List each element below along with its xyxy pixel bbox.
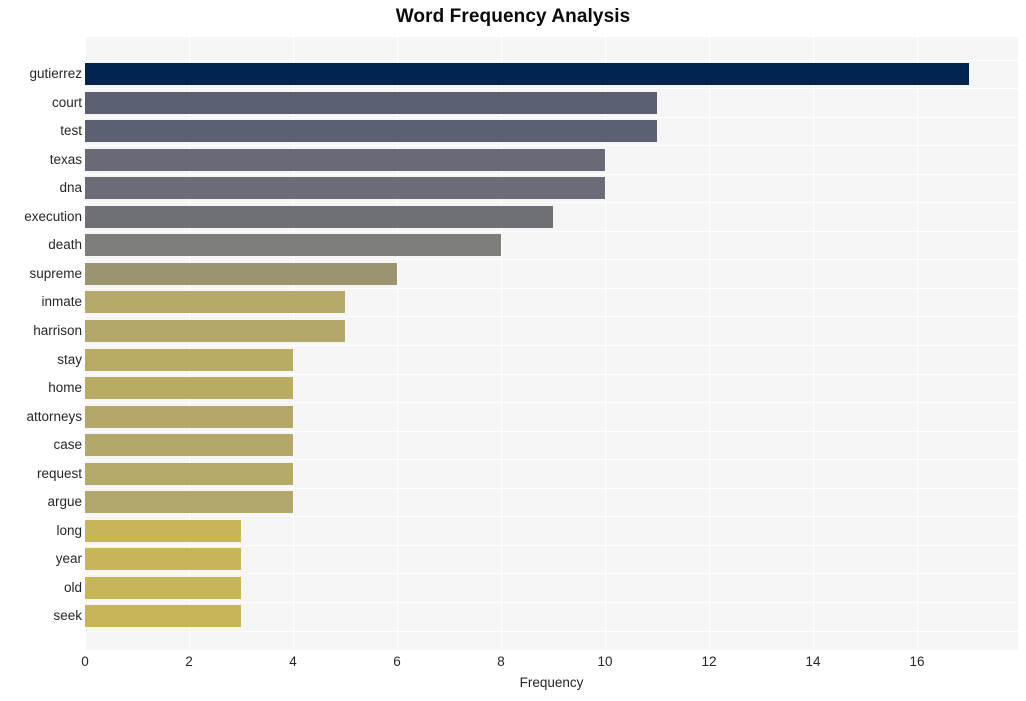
- bar[interactable]: [85, 148, 605, 171]
- word-frequency-chart: Word Frequency Analysis gutierrez court te…: [0, 0, 1026, 701]
- y-axis-label: dna: [59, 180, 82, 196]
- gridline-horizontal: [85, 116, 1018, 118]
- bar[interactable]: [85, 405, 293, 428]
- gridline-vertical: [813, 37, 814, 650]
- y-axis-label: execution: [24, 208, 82, 224]
- gridline-horizontal: [85, 601, 1018, 603]
- gridline-horizontal: [85, 487, 1018, 489]
- bar[interactable]: [85, 462, 293, 485]
- y-axis-label: request: [36, 465, 82, 481]
- gridline-vertical: [917, 37, 918, 650]
- bar[interactable]: [85, 548, 241, 571]
- bar[interactable]: [85, 205, 553, 228]
- y-axis-label: supreme: [29, 265, 82, 281]
- plot-area: [85, 37, 1018, 650]
- gridline-horizontal: [85, 316, 1018, 318]
- x-axis-tick-label: 14: [805, 654, 821, 669]
- y-axis-label: old: [63, 579, 82, 595]
- y-axis-label: texas: [49, 151, 82, 167]
- x-axis-tick-label: 4: [289, 654, 297, 669]
- bar[interactable]: [85, 348, 293, 371]
- gridline-horizontal: [85, 373, 1018, 375]
- chart-title: Word Frequency Analysis: [395, 6, 631, 27]
- y-axis-label: attorneys: [26, 408, 82, 424]
- x-axis-tick-label: 12: [701, 654, 717, 669]
- gridline-horizontal: [85, 259, 1018, 261]
- gridline-horizontal: [85, 173, 1018, 175]
- bar[interactable]: [85, 519, 241, 542]
- y-axis-label: test: [60, 123, 82, 139]
- gridline-vertical: [709, 37, 710, 650]
- bar[interactable]: [85, 434, 293, 457]
- y-axis-label: inmate: [41, 294, 82, 310]
- bar[interactable]: [85, 262, 397, 285]
- y-axis-label: harrison: [33, 322, 82, 338]
- gridline-horizontal: [85, 402, 1018, 404]
- gridline-horizontal: [85, 544, 1018, 546]
- bar[interactable]: [85, 234, 501, 257]
- gridline-horizontal: [85, 459, 1018, 461]
- x-axis-tick-label: 6: [393, 654, 401, 669]
- gridline-horizontal: [85, 202, 1018, 204]
- y-axis-label: stay: [57, 351, 82, 367]
- bar[interactable]: [85, 377, 293, 400]
- x-axis-tick-label: 16: [909, 654, 925, 669]
- bar[interactable]: [85, 177, 605, 200]
- gridline-horizontal: [85, 630, 1018, 632]
- y-axis-label: year: [55, 551, 82, 567]
- bar[interactable]: [85, 319, 345, 342]
- gridline-horizontal: [85, 345, 1018, 346]
- x-axis-tick-label: 0: [81, 654, 89, 669]
- x-axis-tick-label: 8: [497, 654, 505, 669]
- y-axis-label: long: [56, 522, 82, 538]
- y-axis-label: gutierrez: [29, 66, 82, 81]
- x-axis-tick-label: 2: [185, 654, 193, 669]
- gridline-horizontal: [85, 430, 1018, 432]
- gridline-horizontal: [85, 516, 1018, 518]
- y-axis-label: argue: [47, 494, 82, 510]
- x-axis-title: Frequency: [519, 675, 584, 690]
- bar[interactable]: [85, 491, 293, 514]
- gridline-horizontal: [85, 573, 1018, 575]
- gridline-horizontal: [85, 88, 1018, 90]
- bar[interactable]: [85, 63, 969, 85]
- y-axis-label: seek: [53, 608, 82, 624]
- bar[interactable]: [85, 291, 345, 314]
- gridline-horizontal: [85, 145, 1018, 147]
- y-axis-label: home: [48, 380, 82, 396]
- bar[interactable]: [85, 576, 241, 599]
- x-axis-tick-label: 10: [597, 654, 613, 669]
- gridline-horizontal: [85, 230, 1018, 232]
- bar[interactable]: [85, 120, 657, 143]
- y-axis-label: death: [48, 237, 82, 253]
- y-axis-label: court: [51, 94, 82, 110]
- y-axis-label: case: [53, 437, 82, 453]
- bar[interactable]: [85, 91, 657, 114]
- gridline-horizontal: [85, 59, 1018, 61]
- gridline-horizontal: [85, 287, 1018, 289]
- bar[interactable]: [85, 605, 241, 628]
